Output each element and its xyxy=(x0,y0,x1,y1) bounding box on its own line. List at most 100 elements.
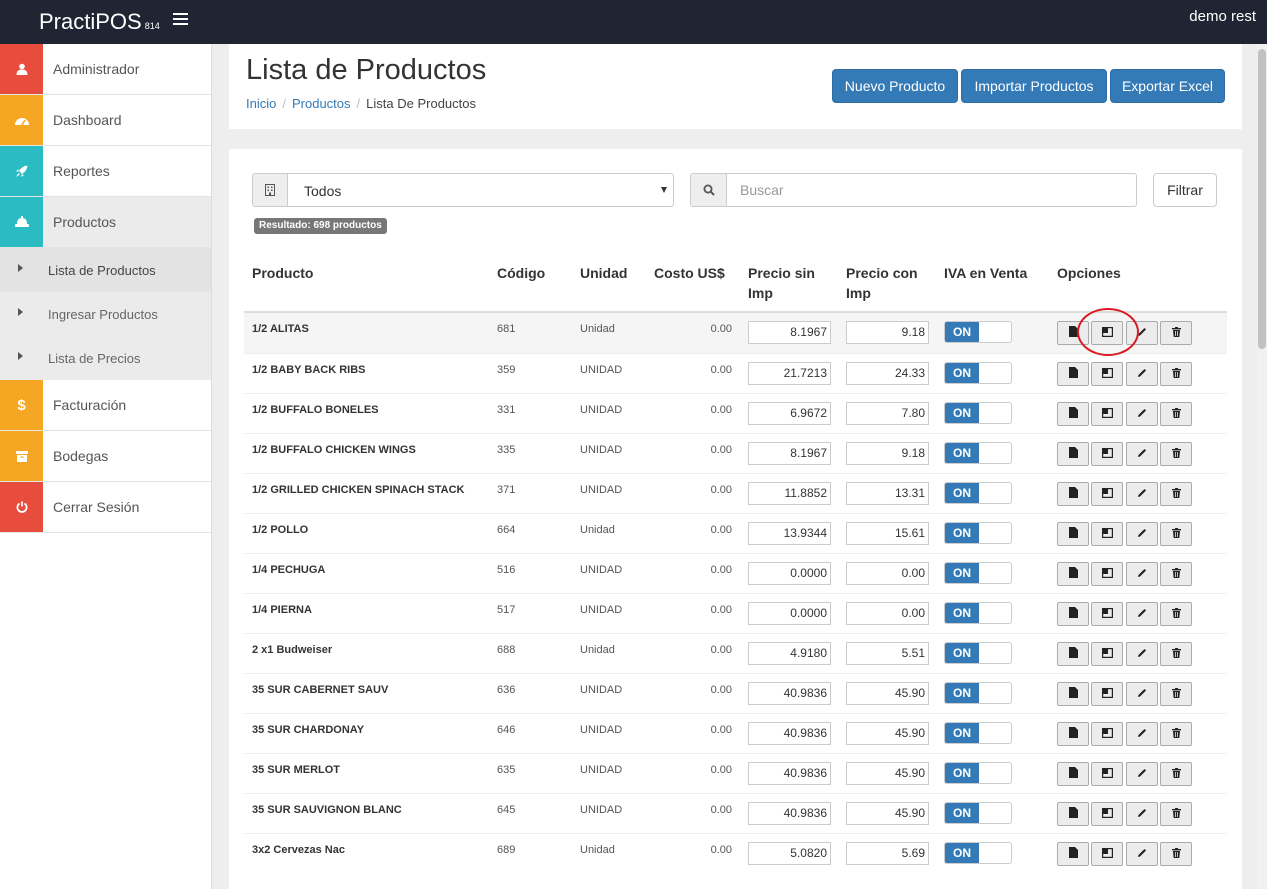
filter-button[interactable]: Filtrar xyxy=(1153,173,1217,207)
price-without-tax-input[interactable]: 8.1967 xyxy=(748,321,831,344)
delete-button[interactable] xyxy=(1160,442,1192,466)
delete-button[interactable] xyxy=(1160,722,1192,746)
edit-button[interactable] xyxy=(1126,802,1158,826)
window-button[interactable] xyxy=(1091,562,1123,586)
price-with-tax-input[interactable]: 9.18 xyxy=(846,321,929,344)
export-excel-button[interactable]: Exportar Excel xyxy=(1110,69,1225,103)
view-file-button[interactable] xyxy=(1057,362,1089,386)
user-menu[interactable]: demo rest xyxy=(1189,8,1256,25)
iva-toggle[interactable]: ON xyxy=(944,402,1012,424)
window-button[interactable] xyxy=(1091,802,1123,826)
price-without-tax-input[interactable]: 40.9836 xyxy=(748,762,831,785)
edit-button[interactable] xyxy=(1126,762,1158,786)
sidebar-item-bodegas[interactable]: Bodegas xyxy=(0,431,211,482)
price-without-tax-input[interactable]: 0.0000 xyxy=(748,562,831,585)
breadcrumb-inicio[interactable]: Inicio xyxy=(246,96,276,111)
delete-button[interactable] xyxy=(1160,642,1192,666)
delete-button[interactable] xyxy=(1160,482,1192,506)
price-without-tax-input[interactable]: 0.0000 xyxy=(748,602,831,625)
price-without-tax-input[interactable]: 21.7213 xyxy=(748,362,831,385)
price-with-tax-input[interactable]: 13.31 xyxy=(846,482,929,505)
iva-toggle[interactable]: ON xyxy=(944,722,1012,744)
price-with-tax-input[interactable]: 5.69 xyxy=(846,842,929,865)
window-button[interactable] xyxy=(1091,762,1123,786)
window-button[interactable] xyxy=(1091,442,1123,466)
price-without-tax-input[interactable]: 13.9344 xyxy=(748,522,831,545)
new-product-button[interactable]: Nuevo Producto xyxy=(832,69,958,103)
edit-button[interactable] xyxy=(1126,602,1158,626)
window-button[interactable] xyxy=(1091,682,1123,706)
window-button[interactable] xyxy=(1091,602,1123,626)
view-file-button[interactable] xyxy=(1057,802,1089,826)
submenu-item-lista-productos[interactable]: Lista de Productos xyxy=(0,248,211,292)
view-file-button[interactable] xyxy=(1057,402,1089,426)
sidebar-item-cerrar-sesion[interactable]: Cerrar Sesión xyxy=(0,482,211,533)
price-with-tax-input[interactable]: 7.80 xyxy=(846,402,929,425)
view-file-button[interactable] xyxy=(1057,442,1089,466)
window-button[interactable] xyxy=(1091,842,1123,866)
window-button[interactable] xyxy=(1091,642,1123,666)
price-with-tax-input[interactable]: 45.90 xyxy=(846,762,929,785)
price-with-tax-input[interactable]: 15.61 xyxy=(846,522,929,545)
view-file-button[interactable] xyxy=(1057,682,1089,706)
price-with-tax-input[interactable]: 0.00 xyxy=(846,562,929,585)
sidebar-item-facturacion[interactable]: $ Facturación xyxy=(0,380,211,431)
iva-toggle[interactable]: ON xyxy=(944,362,1012,384)
iva-toggle[interactable]: ON xyxy=(944,602,1012,624)
submenu-item-ingresar-productos[interactable]: Ingresar Productos xyxy=(0,292,211,336)
iva-toggle[interactable]: ON xyxy=(944,442,1012,464)
delete-button[interactable] xyxy=(1160,402,1192,426)
price-with-tax-input[interactable]: 0.00 xyxy=(846,602,929,625)
iva-toggle[interactable]: ON xyxy=(944,642,1012,664)
view-file-button[interactable] xyxy=(1057,762,1089,786)
delete-button[interactable] xyxy=(1160,602,1192,626)
iva-toggle[interactable]: ON xyxy=(944,762,1012,784)
price-without-tax-input[interactable]: 4.9180 xyxy=(748,642,831,665)
price-without-tax-input[interactable]: 6.9672 xyxy=(748,402,831,425)
edit-button[interactable] xyxy=(1126,522,1158,546)
view-file-button[interactable] xyxy=(1057,842,1089,866)
price-without-tax-input[interactable]: 5.0820 xyxy=(748,842,831,865)
price-without-tax-input[interactable]: 11.8852 xyxy=(748,482,831,505)
iva-toggle[interactable]: ON xyxy=(944,321,1012,343)
edit-button[interactable] xyxy=(1126,842,1158,866)
view-file-button[interactable] xyxy=(1057,722,1089,746)
edit-button[interactable] xyxy=(1126,722,1158,746)
edit-button[interactable] xyxy=(1126,642,1158,666)
window-button[interactable] xyxy=(1091,722,1123,746)
iva-toggle[interactable]: ON xyxy=(944,482,1012,504)
iva-toggle[interactable]: ON xyxy=(944,522,1012,544)
edit-button[interactable] xyxy=(1126,562,1158,586)
window-button[interactable] xyxy=(1091,482,1123,506)
import-products-button[interactable]: Importar Productos xyxy=(961,69,1107,103)
window-button[interactable] xyxy=(1091,402,1123,426)
price-without-tax-input[interactable]: 40.9836 xyxy=(748,682,831,705)
iva-toggle[interactable]: ON xyxy=(944,562,1012,584)
scrollbar-thumb[interactable] xyxy=(1258,49,1266,349)
window-button[interactable] xyxy=(1091,362,1123,386)
breadcrumb-productos[interactable]: Productos xyxy=(292,96,351,111)
search-input[interactable] xyxy=(728,174,1133,206)
page-scrollbar[interactable] xyxy=(1257,44,1267,889)
edit-button[interactable] xyxy=(1126,442,1158,466)
sidebar-item-dashboard[interactable]: Dashboard xyxy=(0,95,211,146)
price-with-tax-input[interactable]: 45.90 xyxy=(846,722,929,745)
sidebar-item-productos[interactable]: Productos xyxy=(0,197,211,248)
iva-toggle[interactable]: ON xyxy=(944,682,1012,704)
sidebar-item-administrador[interactable]: Administrador xyxy=(0,44,211,95)
sidebar-item-reportes[interactable]: Reportes xyxy=(0,146,211,197)
price-with-tax-input[interactable]: 9.18 xyxy=(846,442,929,465)
price-with-tax-input[interactable]: 45.90 xyxy=(846,802,929,825)
view-file-button[interactable] xyxy=(1057,562,1089,586)
delete-button[interactable] xyxy=(1160,802,1192,826)
delete-button[interactable] xyxy=(1160,562,1192,586)
delete-button[interactable] xyxy=(1160,362,1192,386)
edit-button[interactable] xyxy=(1126,482,1158,506)
delete-button[interactable] xyxy=(1160,321,1192,345)
view-file-button[interactable] xyxy=(1057,482,1089,506)
price-with-tax-input[interactable]: 45.90 xyxy=(846,682,929,705)
price-without-tax-input[interactable]: 8.1967 xyxy=(748,442,831,465)
view-file-button[interactable] xyxy=(1057,522,1089,546)
view-file-button[interactable] xyxy=(1057,642,1089,666)
price-without-tax-input[interactable]: 40.9836 xyxy=(748,802,831,825)
